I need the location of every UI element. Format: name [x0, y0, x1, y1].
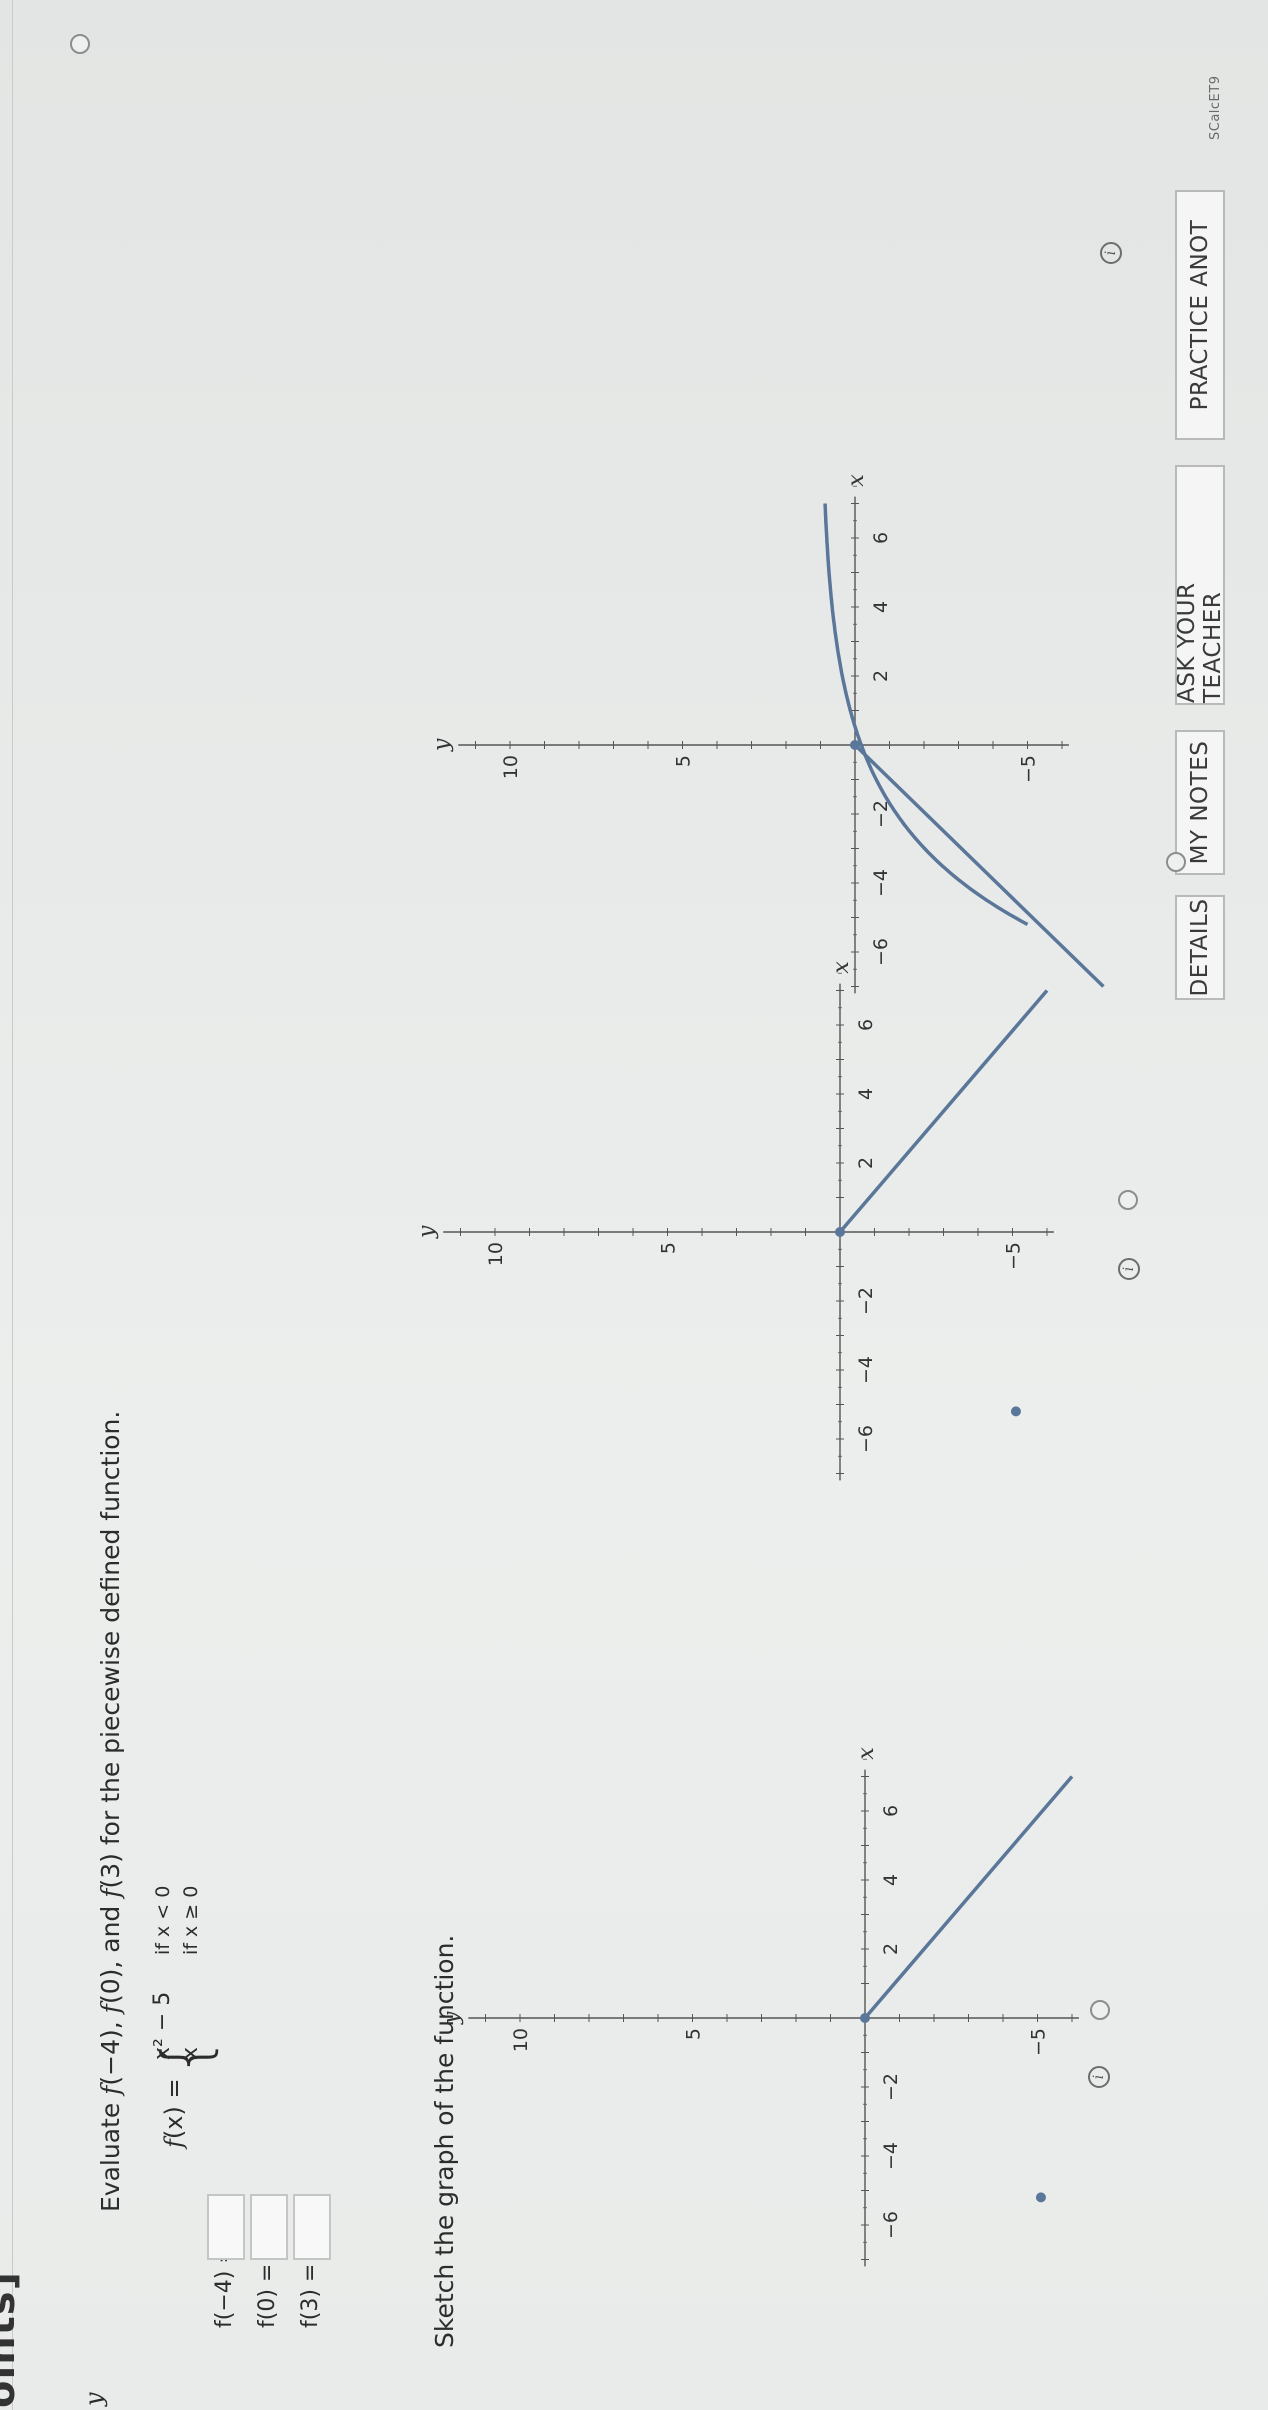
- practice-another-button[interactable]: PRACTICE ANOT: [1175, 190, 1225, 440]
- info-icon[interactable]: i: [1088, 2066, 1110, 2088]
- y-axis-label: y: [429, 738, 454, 752]
- answer-input-f-neg4[interactable]: [207, 2194, 245, 2260]
- ask-teacher-button[interactable]: ASK YOUR TEACHER: [1174, 465, 1226, 705]
- branch-endpoint: [835, 1227, 845, 1237]
- piece2-expression: x: [178, 2046, 203, 2060]
- y-tick-label: 5: [683, 2028, 705, 2040]
- x-tick-label: −6: [855, 1425, 877, 1453]
- graph-option-2[interactable]: −6−4−224610 5 −5xy: [414, 952, 1100, 1512]
- answer-label-f-3: f(3) =: [298, 2263, 323, 2328]
- question-prompt: Evaluate f(−4), f(0), and f(3) for the p…: [96, 1410, 125, 2212]
- line-branch-left: [853, 743, 1105, 988]
- branch-endpoint: [850, 740, 860, 750]
- my-notes-button[interactable]: MY NOTES: [1175, 730, 1225, 875]
- y-axis-label: y: [414, 1225, 439, 1239]
- x-tick-label: −6: [880, 2211, 902, 2239]
- x-tick-label: 2: [880, 1943, 902, 1955]
- graph-option-3[interactable]: −6−4−224610 5 −5xy: [429, 465, 1115, 1025]
- graph-option-radio[interactable]: [1090, 2000, 1110, 2020]
- graph-option-1[interactable]: −6 −4 −2 2 4 6 10 5 −5 x y: [439, 1738, 1125, 2298]
- piece1-expression: x² − 5: [150, 1991, 175, 2060]
- piece2-condition: if x ≥ 0: [180, 1885, 202, 1955]
- info-icon[interactable]: i: [1100, 242, 1122, 264]
- graph-option-radio[interactable]: [1118, 1190, 1138, 1210]
- branch-endpoint: [860, 2013, 870, 2023]
- x-tick-label: 4: [870, 601, 892, 613]
- answer-input-f-3[interactable]: [293, 2194, 331, 2260]
- x-tick-label: −6: [870, 938, 892, 966]
- curve-vertex: [1010, 1406, 1021, 1417]
- next-graph-y-label: y: [80, 2392, 108, 2406]
- question-code: SCalcET9: [1208, 75, 1223, 140]
- y-tick-label: −5: [1003, 1242, 1025, 1270]
- answer-input-f-0[interactable]: [250, 2194, 288, 2260]
- answer-label-f-0: f(0) =: [255, 2263, 280, 2328]
- function-lhs: f(x) =: [160, 2078, 188, 2148]
- y-tick-label: 10: [500, 755, 522, 779]
- x-tick-label: −2: [880, 2073, 902, 2101]
- info-icon[interactable]: i: [1118, 1258, 1140, 1280]
- x-tick-label: 6: [870, 532, 892, 544]
- points-header: oints]: [0, 2271, 24, 2408]
- details-button[interactable]: DETAILS: [1175, 895, 1225, 1000]
- x-tick-label: 4: [880, 1874, 902, 1886]
- page: oints] DETAILS MY NOTES ASK YOUR TEACHER…: [0, 0, 1268, 2410]
- x-axis-label: x: [844, 474, 869, 487]
- y-axis-label: y: [439, 2011, 464, 2025]
- sketch-prompt: Sketch the graph of the function.: [430, 1934, 459, 2348]
- graph-option-radio-1[interactable]: [70, 34, 90, 54]
- x-tick-label: −4: [880, 2142, 902, 2170]
- header-divider: [12, 0, 13, 2410]
- x-tick-label: 4: [855, 1088, 877, 1100]
- y-tick-label: 5: [673, 755, 695, 767]
- x-tick-label: 2: [870, 670, 892, 682]
- x-tick-label: 2: [855, 1157, 877, 1169]
- x-tick-label: −2: [855, 1287, 877, 1315]
- curve-vertex: [1035, 2192, 1046, 2203]
- x-tick-label: −4: [870, 869, 892, 897]
- x-tick-label: −4: [855, 1356, 877, 1384]
- y-tick-label: −5: [1028, 2028, 1050, 2056]
- y-tick-label: 10: [485, 1242, 507, 1266]
- y-tick-label: −5: [1018, 755, 1040, 783]
- graph-option-radio-4[interactable]: [1166, 852, 1186, 872]
- y-tick-label: 10: [510, 2028, 532, 2052]
- x-axis-label: x: [854, 1747, 879, 1760]
- y-tick-label: 5: [658, 1242, 680, 1254]
- x-tick-label: 6: [880, 1805, 902, 1817]
- piece1-condition: if x < 0: [152, 1885, 174, 1955]
